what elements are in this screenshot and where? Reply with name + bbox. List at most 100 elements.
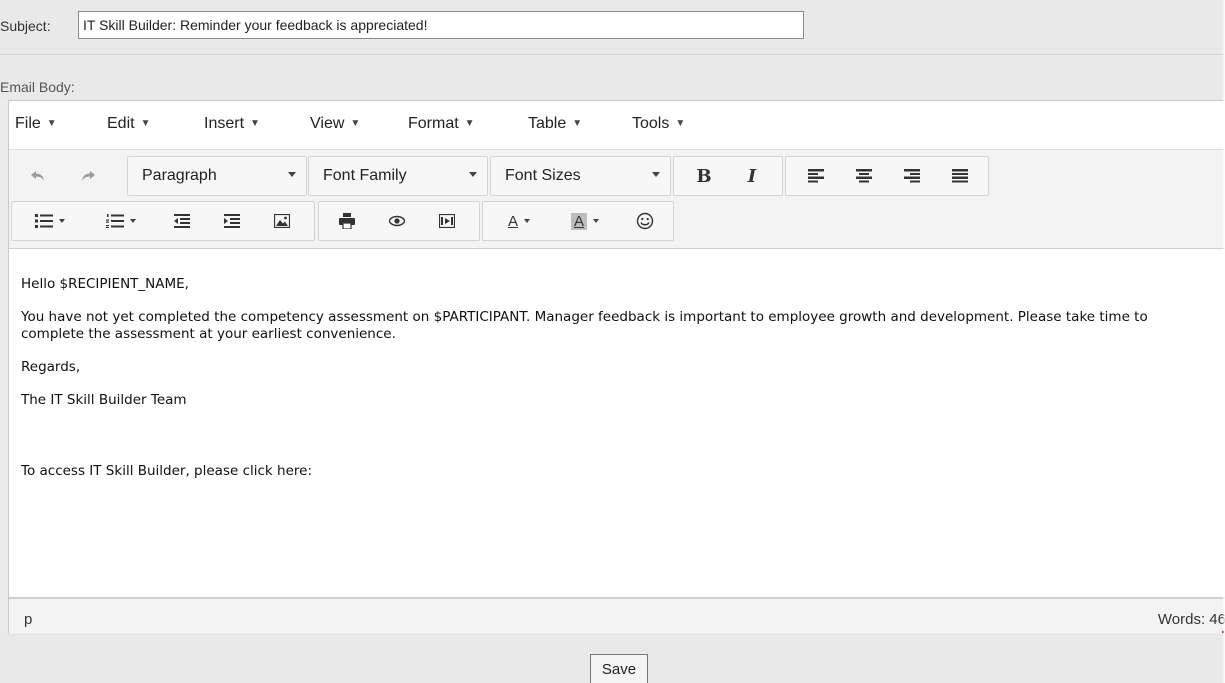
menu-tools-label: Tools: [632, 115, 670, 132]
text-style-group: B I: [673, 156, 783, 196]
font-sizes-dropdown[interactable]: Font Sizes: [490, 156, 671, 196]
font-sizes-value: Font Sizes: [505, 167, 581, 184]
align-right-icon: [904, 169, 920, 183]
block-format-listbox[interactable]: Paragraph: [128, 157, 306, 195]
redo-button[interactable]: [68, 157, 108, 195]
chevron-down-icon: [593, 219, 599, 223]
preview-button[interactable]: [375, 202, 419, 240]
chevron-down-icon: ▼: [464, 118, 475, 129]
emoticons-button[interactable]: [625, 202, 665, 240]
regards-paragraph: Regards,: [21, 359, 81, 375]
text-color-button[interactable]: A: [489, 202, 549, 240]
print-icon: [339, 213, 355, 229]
chevron-down-icon: [652, 172, 660, 177]
email-body-label-row: Email Body:: [0, 56, 1225, 100]
align-center-icon: [856, 169, 872, 183]
align-center-button[interactable]: [844, 157, 884, 195]
menu-edit[interactable]: Edit ▼: [107, 115, 150, 133]
menu-table-label: Table: [528, 115, 567, 132]
align-justify-button[interactable]: [940, 157, 980, 195]
italic-label: I: [747, 165, 757, 187]
menu-table[interactable]: Table ▼: [528, 115, 582, 133]
subject-label: Subject:: [0, 18, 51, 34]
chevron-down-icon: ▼: [572, 118, 583, 129]
editor-menubar: File ▼ Edit ▼ Insert ▼ View ▼ Format ▼ Table ▼…: [9, 101, 1225, 149]
menu-file-label: File: [15, 115, 41, 132]
footer-bar: Save: [0, 633, 1225, 683]
undo-button[interactable]: [18, 157, 58, 195]
emoticons-icon: [636, 212, 654, 230]
signature-paragraph: The IT Skill Builder Team: [21, 392, 187, 408]
outdent-button[interactable]: [160, 202, 204, 240]
align-left-icon: [808, 169, 824, 183]
email-body-label: Email Body:: [0, 79, 75, 95]
font-family-value: Font Family: [323, 167, 407, 184]
email-template-editor-page: Subject: Email Body: File ▼ Edit ▼ Insert ▼…: [0, 0, 1225, 683]
save-button[interactable]: Save: [590, 654, 648, 683]
editor-toolbar: Paragraph Font Family Font Sizes B I A A: [9, 149, 1225, 249]
menu-view[interactable]: View ▼: [310, 115, 360, 133]
menu-insert[interactable]: Insert ▼: [204, 115, 260, 133]
word-count: Words: 46: [1157, 611, 1225, 628]
italic-button[interactable]: I: [730, 157, 774, 195]
block-format-value: Paragraph: [142, 167, 217, 184]
chevron-down-icon: ▼: [250, 118, 260, 129]
element-path[interactable]: p: [24, 611, 32, 628]
menu-file[interactable]: File ▼: [15, 115, 57, 133]
color-emoticons-group: A A: [482, 201, 674, 241]
outdent-icon: [174, 214, 190, 228]
editor-statusbar: p Words: 46: [9, 597, 1225, 635]
redo-icon: [82, 171, 95, 181]
insert-image-button[interactable]: [260, 202, 304, 240]
chevron-down-icon: [524, 219, 530, 223]
media-icon: [439, 214, 455, 228]
image-icon: [274, 214, 290, 228]
menu-format[interactable]: Format ▼: [408, 115, 475, 133]
editor-content-area[interactable]: Hello $RECIPIENT_NAME, You have not yet …: [9, 249, 1225, 597]
chevron-down-icon: ▼: [675, 118, 686, 129]
font-family-dropdown[interactable]: Font Family: [308, 156, 488, 196]
font-sizes-listbox[interactable]: Font Sizes: [491, 157, 670, 195]
bold-button[interactable]: B: [682, 157, 726, 195]
menu-tools[interactable]: Tools ▼: [632, 115, 685, 133]
chevron-down-icon: [469, 172, 477, 177]
text-color-label: A: [507, 212, 518, 230]
empty-paragraph: [21, 425, 1225, 463]
access-paragraph: To access IT Skill Builder, please click…: [21, 463, 313, 479]
rich-text-editor: File ▼ Edit ▼ Insert ▼ View ▼ Format ▼ Table ▼…: [8, 100, 1225, 635]
menu-view-label: View: [310, 115, 345, 132]
subject-input[interactable]: [78, 11, 804, 39]
align-justify-icon: [952, 169, 968, 183]
subject-row: Subject:: [0, 0, 1225, 55]
chevron-down-icon: ▼: [140, 118, 151, 129]
background-color-button[interactable]: A: [553, 202, 617, 240]
font-family-listbox[interactable]: Font Family: [309, 157, 487, 195]
alignment-group: [785, 156, 989, 196]
greeting-paragraph: Hello $RECIPIENT_NAME,: [21, 276, 189, 292]
print-preview-media-group: [318, 201, 480, 241]
numbered-list-button[interactable]: [88, 202, 154, 240]
align-right-button[interactable]: [892, 157, 932, 195]
chevron-down-icon: [130, 219, 136, 223]
bold-label: B: [696, 165, 712, 187]
history-group: [11, 156, 123, 196]
menu-edit-label: Edit: [107, 115, 135, 132]
list-indent-group: [11, 201, 315, 241]
chevron-down-icon: [288, 172, 296, 177]
chevron-down-icon: [59, 219, 65, 223]
bullet-list-button[interactable]: [18, 202, 82, 240]
undo-icon: [31, 171, 44, 181]
bullet-list-icon: [35, 214, 53, 228]
align-left-button[interactable]: [796, 157, 836, 195]
insert-media-button[interactable]: [425, 202, 469, 240]
block-format-dropdown[interactable]: Paragraph: [127, 156, 307, 196]
bg-color-label: A: [570, 212, 587, 230]
chevron-down-icon: ▼: [350, 118, 361, 129]
numbered-list-icon: [106, 214, 124, 228]
indent-button[interactable]: [210, 202, 254, 240]
menu-insert-label: Insert: [204, 115, 245, 132]
menu-format-label: Format: [408, 115, 459, 132]
chevron-down-icon: ▼: [46, 118, 57, 129]
print-button[interactable]: [325, 202, 369, 240]
preview-icon: [389, 215, 405, 227]
